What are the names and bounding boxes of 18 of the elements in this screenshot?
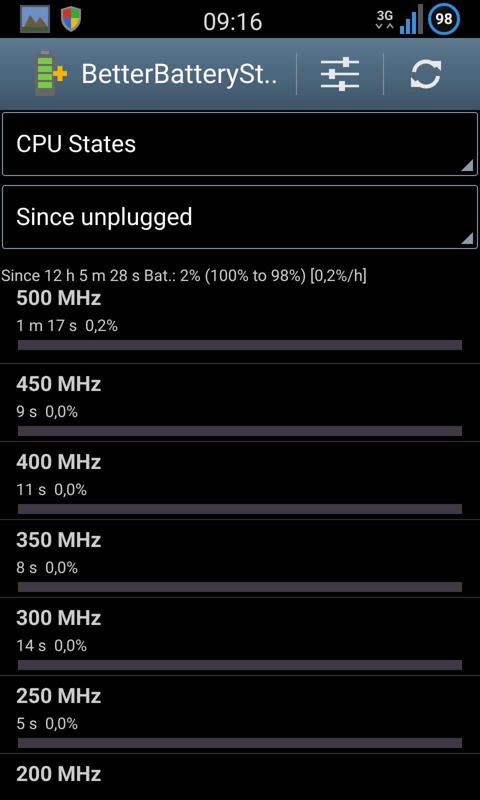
frequency-label: 450 MHz	[16, 372, 102, 398]
network-type: 3G	[376, 10, 394, 22]
duration-text: 11 s 0,0%	[16, 480, 88, 500]
frequency-label: 300 MHz	[16, 606, 102, 632]
frequency-label: 350 MHz	[16, 528, 102, 554]
duration-text: 5 s 0,0%	[16, 714, 80, 734]
clock: 09:16	[203, 7, 263, 38]
summary-text: Since 12 h 5 m 28 s Bat.: 2% (100% to 98%) [0,2%/h]	[0, 266, 368, 286]
frequency-label: 250 MHz	[16, 684, 102, 710]
duration-text: 8 s 0,0%	[16, 558, 80, 578]
frequency-label: 500 MHz	[16, 286, 102, 312]
duration-text: 1 m 17 s 0,2%	[16, 316, 119, 336]
app-title: BetterBatterySt..	[81, 56, 278, 92]
frequency-label: 400 MHz	[16, 450, 102, 476]
duration-text: 9 s 0,0%	[16, 402, 80, 422]
battery-indicator: 98	[428, 3, 460, 35]
duration-text: 14 s 0,0%	[16, 636, 88, 656]
frequency-label: 200 MHz	[16, 762, 102, 788]
